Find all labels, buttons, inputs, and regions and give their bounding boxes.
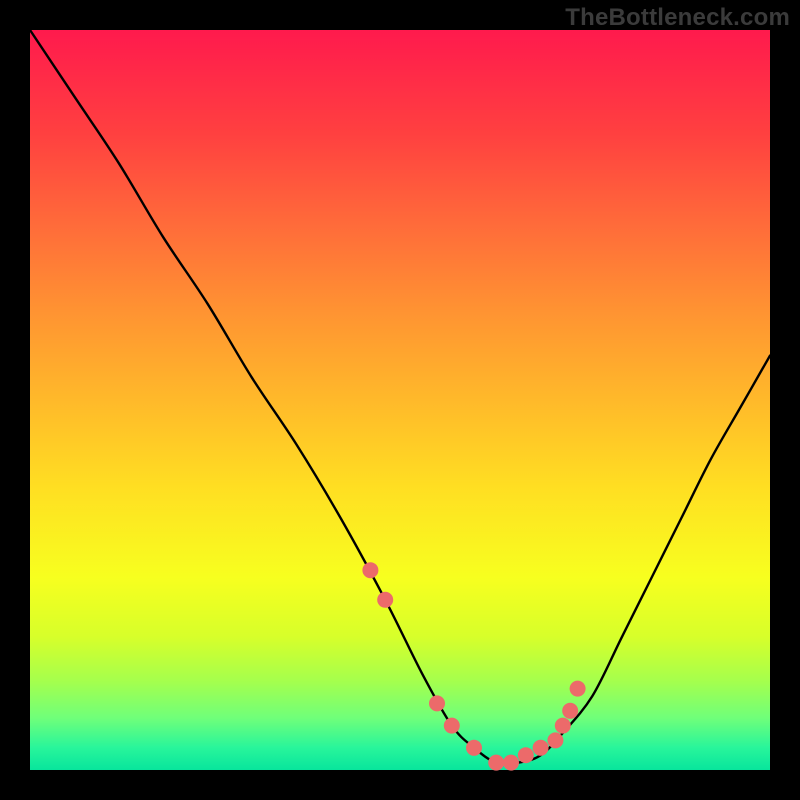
plot-area	[30, 30, 770, 770]
highlight-dot	[377, 592, 393, 608]
curve-layer	[30, 30, 770, 770]
highlight-dot	[362, 562, 378, 578]
highlight-dot	[488, 755, 504, 771]
highlight-dot	[429, 695, 445, 711]
highlight-dot	[444, 718, 460, 734]
highlight-dot	[533, 740, 549, 756]
highlight-dot	[503, 755, 519, 771]
highlight-dot	[518, 747, 534, 763]
bottleneck-curve	[30, 30, 770, 764]
highlight-dot	[547, 732, 563, 748]
highlight-dot	[466, 740, 482, 756]
chart-frame: TheBottleneck.com	[0, 0, 800, 800]
highlight-dot	[562, 703, 578, 719]
highlight-dot	[555, 718, 571, 734]
highlight-dots	[362, 562, 585, 770]
highlight-dot	[570, 681, 586, 697]
watermark-label: TheBottleneck.com	[565, 4, 790, 32]
